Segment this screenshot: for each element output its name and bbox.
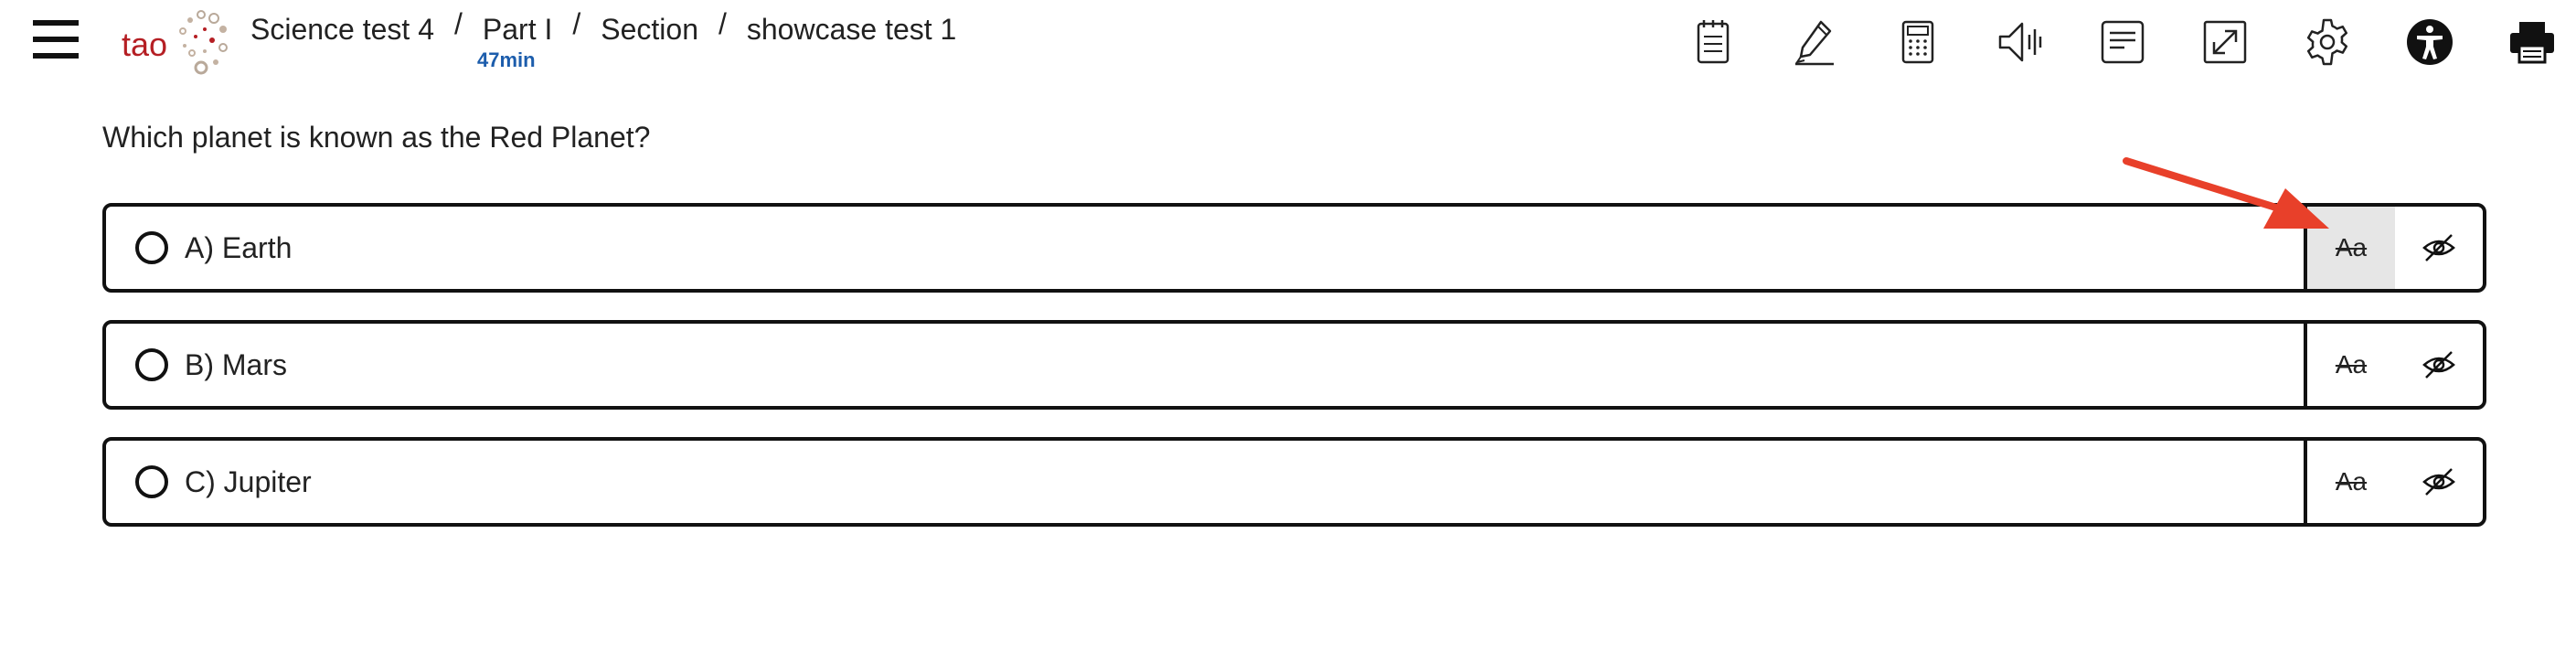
radio-button[interactable] [135, 348, 168, 381]
eye-slash-icon [2422, 234, 2455, 261]
notepad-button[interactable] [1684, 13, 1742, 71]
choice-b-select[interactable]: B) Mars [106, 324, 2307, 406]
choice-a-select[interactable]: A) Earth [106, 207, 2307, 289]
radio-button[interactable] [135, 231, 168, 264]
fullscreen-icon [2203, 20, 2247, 64]
strikethrough-button[interactable]: Aa [2307, 324, 2395, 406]
line-reader-button[interactable] [2093, 13, 2152, 71]
toolbar [1684, 13, 2561, 71]
choice-label: C) Jupiter [185, 464, 312, 498]
breadcrumb-separator: / [718, 6, 727, 40]
accessibility-button[interactable] [2400, 13, 2459, 71]
breadcrumb-separator: / [454, 6, 463, 40]
strikethrough-button[interactable]: Aa [2307, 441, 2395, 523]
highlighter-button[interactable] [1786, 13, 1845, 71]
breadcrumb-test[interactable]: Science test 4 [250, 13, 434, 47]
fullscreen-button[interactable] [2196, 13, 2254, 71]
text-to-speech-icon [1998, 22, 2042, 62]
print-icon [2510, 22, 2554, 64]
calculator-icon [1901, 20, 1934, 64]
choice-c-select[interactable]: C) Jupiter [106, 441, 2307, 523]
logo: tao [122, 26, 168, 63]
breadcrumb-separator: / [572, 6, 581, 40]
choice-c[interactable]: C) Jupiter Aa [102, 437, 2486, 527]
eye-slash-icon [2422, 351, 2455, 379]
eye-slash-icon [2422, 468, 2455, 496]
choice-a[interactable]: A) Earth Aa [102, 203, 2486, 293]
line-reader-icon [2101, 20, 2145, 64]
settings-gear-icon [2306, 18, 2348, 66]
menu-hamburger-icon[interactable] [33, 18, 79, 60]
strikethrough-button[interactable]: Aa [2307, 207, 2395, 289]
choice-label: A) Earth [185, 230, 293, 264]
question-prompt: Which planet is known as the Red Planet? [102, 121, 651, 154]
text-to-speech-button[interactable] [1991, 13, 2049, 71]
breadcrumb-item: showcase test 1 [746, 12, 957, 46]
print-button[interactable] [2503, 13, 2561, 71]
calculator-button[interactable] [1889, 13, 1947, 71]
settings-button[interactable] [2298, 13, 2357, 71]
breadcrumb: Science test 4 / Part I / Section / show… [250, 6, 957, 49]
eliminate-button[interactable] [2395, 207, 2483, 289]
timer: 47min [477, 48, 536, 71]
radio-button[interactable] [135, 465, 168, 498]
highlighter-icon [1794, 20, 1834, 66]
logo-dots-icon [179, 10, 228, 75]
eliminate-button[interactable] [2395, 324, 2483, 406]
breadcrumb-part[interactable]: Part I [483, 13, 552, 47]
choice-b[interactable]: B) Mars Aa [102, 320, 2486, 410]
notepad-icon [1697, 20, 1730, 64]
choice-label: B) Mars [185, 347, 287, 381]
accessibility-icon [2407, 19, 2453, 65]
breadcrumb-section[interactable]: Section [601, 13, 698, 47]
eliminate-button[interactable] [2395, 441, 2483, 523]
